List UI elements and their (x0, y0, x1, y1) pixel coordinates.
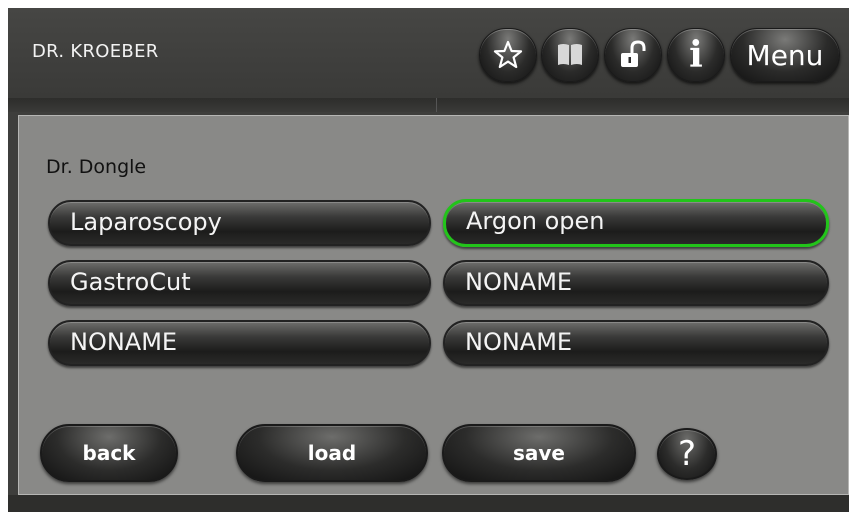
program-label: Laparoscopy (70, 208, 222, 236)
program-label: NONAME (70, 328, 178, 356)
program-button-gastrocut[interactable]: GastroCut (48, 260, 431, 306)
program-button-argon-open[interactable]: Argon open (443, 199, 829, 247)
menu-button[interactable]: Menu (730, 28, 840, 82)
lock-button[interactable] (604, 28, 662, 82)
program-button-noname-2[interactable]: NONAME (48, 320, 431, 366)
program-label: NONAME (465, 328, 573, 356)
load-label: load (307, 441, 357, 465)
help-icon: ? (677, 434, 697, 474)
save-button[interactable]: save (442, 424, 636, 482)
footer-bar (8, 495, 849, 512)
program-label: Argon open (466, 207, 605, 235)
info-icon: i (689, 34, 703, 76)
favorites-button[interactable] (479, 28, 537, 82)
book-icon (555, 41, 585, 69)
program-label: NONAME (465, 268, 573, 296)
back-button[interactable]: back (40, 424, 178, 482)
menu-label: Menu (746, 38, 824, 72)
unlock-icon (618, 40, 648, 70)
user-title: DR. KROEBER (32, 41, 159, 62)
load-button[interactable]: load (236, 424, 428, 482)
save-label: save (512, 441, 565, 465)
help-button[interactable]: ? (657, 428, 717, 480)
top-bar: DR. KROEBER i Menu (8, 8, 849, 98)
program-label: GastroCut (70, 268, 191, 296)
device-screen: DR. KROEBER i Menu Dr. Dongle Laparoscop… (8, 8, 849, 512)
profile-name: Dr. Dongle (46, 156, 147, 178)
header-divider (8, 98, 849, 112)
program-button-noname-3[interactable]: NONAME (443, 320, 829, 366)
back-label: back (82, 441, 136, 465)
program-button-noname-1[interactable]: NONAME (443, 260, 829, 306)
program-button-laparoscopy[interactable]: Laparoscopy (48, 200, 431, 246)
manual-button[interactable] (541, 28, 599, 82)
star-icon (493, 40, 523, 70)
info-button[interactable]: i (667, 28, 725, 82)
